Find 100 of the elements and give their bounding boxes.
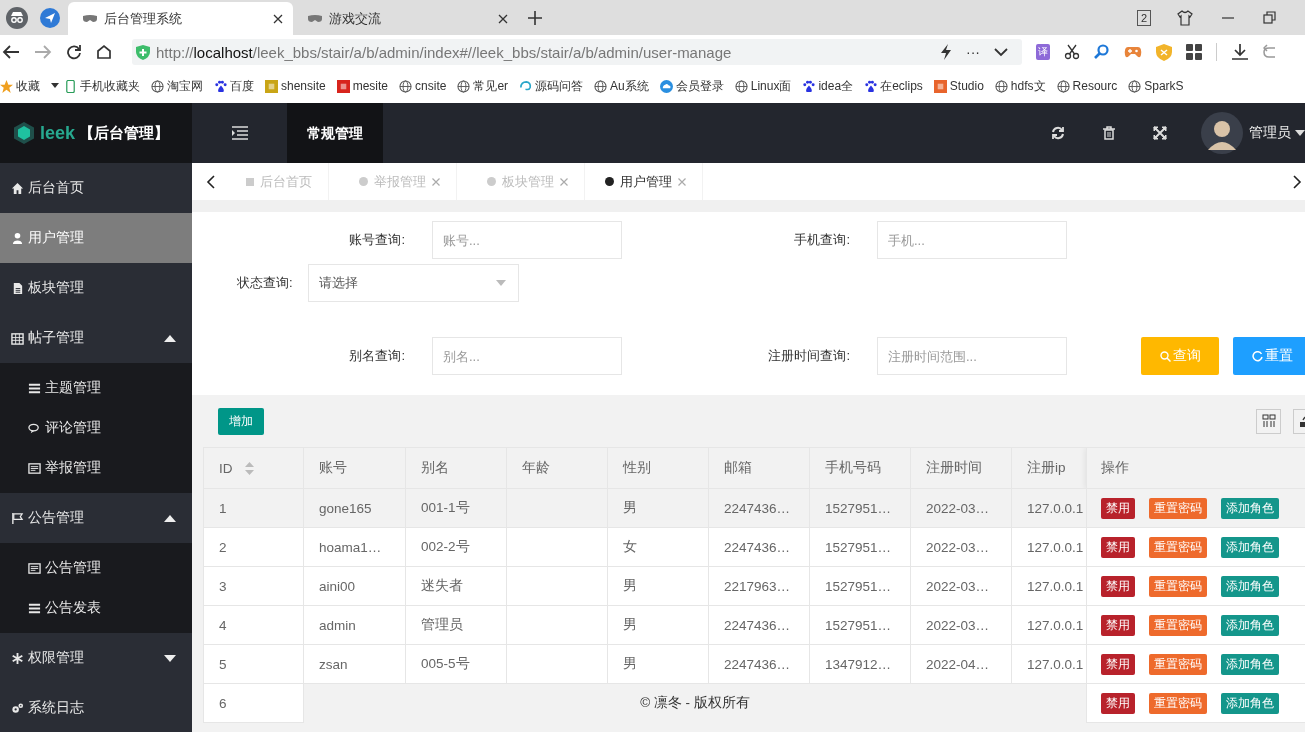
- add-role-button[interactable]: 添加角色: [1221, 653, 1279, 675]
- bookmark[interactable]: Resourc: [1056, 79, 1118, 93]
- user-menu[interactable]: 管理员: [1249, 124, 1291, 142]
- bookmark[interactable]: 会员登录: [659, 77, 724, 95]
- sidebar-item[interactable]: 后台首页: [0, 163, 192, 213]
- bookmark[interactable]: 常见er: [457, 77, 509, 95]
- sidebar-item[interactable]: 帖子管理: [0, 313, 192, 363]
- address-field[interactable]: http://localhost/leek_bbs/stair/a/b/admin/index#//leek_bbs/stair/a/b/admin/user-manage ···: [132, 39, 1022, 65]
- close-icon[interactable]: [273, 13, 283, 24]
- menu-icon[interactable]: [231, 126, 248, 140]
- chevron-down-icon[interactable]: [994, 47, 1008, 57]
- add-button[interactable]: 增加: [218, 407, 264, 435]
- status-dropdown[interactable]: 请选择: [307, 264, 519, 302]
- disable-button[interactable]: 禁用: [1101, 497, 1135, 519]
- disable-button[interactable]: 禁用: [1101, 614, 1135, 636]
- new-tab-icon[interactable]: [528, 10, 542, 25]
- table-cell: 迷失者: [421, 578, 463, 593]
- add-role-button[interactable]: 添加角色: [1221, 536, 1279, 558]
- page-tab[interactable]: 用户管理: [585, 163, 703, 200]
- sidebar-item[interactable]: 举报管理: [0, 448, 192, 488]
- refresh-icon[interactable]: [1051, 126, 1065, 140]
- undo-icon[interactable]: [1263, 44, 1275, 60]
- bookmark[interactable]: Au系统: [594, 77, 649, 95]
- sidebar-item[interactable]: 公告管理: [0, 493, 192, 543]
- search-field[interactable]: 别名...: [432, 337, 622, 375]
- reload-icon[interactable]: [66, 44, 82, 60]
- download-icon[interactable]: [1231, 43, 1249, 61]
- field-label: 账号查询:: [348, 231, 405, 249]
- bookmark[interactable]: Linux面: [734, 77, 792, 95]
- table-cell: 1347912…: [825, 656, 892, 672]
- back-icon[interactable]: [2, 44, 20, 60]
- sidebar-item[interactable]: 公告发表: [0, 588, 192, 628]
- disable-button[interactable]: 禁用: [1101, 692, 1135, 714]
- table-cell: 127.0.0.1: [1027, 617, 1084, 633]
- close-icon[interactable]: [498, 13, 508, 24]
- disable-button[interactable]: 禁用: [1101, 575, 1135, 597]
- restore-icon[interactable]: [1263, 10, 1277, 25]
- bookmark[interactable]: hdfs文: [994, 77, 1046, 95]
- sidebar-item[interactable]: 主题管理: [0, 368, 192, 408]
- shirt-icon[interactable]: [1177, 9, 1193, 26]
- bookmark[interactable]: cnsite: [399, 79, 447, 93]
- column-header: 注册ip: [1027, 460, 1066, 475]
- browser-tab[interactable]: 后台管理系统: [68, 2, 293, 35]
- avatar[interactable]: [1201, 112, 1243, 154]
- bookmark[interactable]: 百度: [214, 77, 254, 95]
- logo-text: leek: [40, 122, 76, 144]
- bookmark[interactable]: 淘宝网: [151, 77, 203, 95]
- home-icon[interactable]: [96, 44, 112, 60]
- fullscreen-icon[interactable]: [1153, 126, 1167, 140]
- refresh-icon: [1251, 350, 1263, 362]
- bookmark[interactable]: Studio: [933, 79, 984, 93]
- mask-icon: [82, 13, 98, 24]
- incognito-icon[interactable]: [6, 6, 28, 29]
- sidebar-item[interactable]: 系统日志: [0, 683, 192, 732]
- card-icon: [28, 461, 41, 475]
- search-field[interactable]: 手机...: [877, 221, 1067, 259]
- sidebar-item[interactable]: 用户管理: [0, 213, 192, 263]
- search-icon[interactable]: [1094, 44, 1110, 60]
- sidebar-item[interactable]: 权限管理: [0, 633, 192, 683]
- sidebar-item[interactable]: 板块管理: [0, 263, 192, 313]
- window-count[interactable]: 2: [1136, 9, 1151, 26]
- sidebar-item[interactable]: 评论管理: [0, 408, 192, 448]
- chevron-left-icon[interactable]: [206, 174, 216, 189]
- bookmark[interactable]: 手机收藏夹: [64, 77, 140, 95]
- swirl-icon: [519, 79, 533, 93]
- column-header: 别名: [421, 460, 449, 475]
- search-field[interactable]: 账号...: [432, 221, 622, 259]
- chevron-right-icon[interactable]: [1292, 174, 1302, 189]
- bookmark[interactable]: idea全: [802, 77, 854, 95]
- more-button[interactable]: ···: [966, 44, 980, 60]
- disable-button[interactable]: 禁用: [1101, 653, 1135, 675]
- trash-icon[interactable]: [1103, 126, 1115, 140]
- lightning-icon[interactable]: [940, 44, 952, 60]
- nav-tab[interactable]: 常规管理: [287, 103, 383, 163]
- bookmark[interactable]: 在eclips: [864, 77, 923, 95]
- bookmark[interactable]: 源码问答: [519, 77, 584, 95]
- grid-icon[interactable]: [1186, 44, 1202, 60]
- add-role-button[interactable]: 添加角色: [1221, 575, 1279, 597]
- column-header: 性别: [623, 460, 651, 475]
- paper-plane-icon[interactable]: [40, 7, 60, 28]
- sidebar-item[interactable]: 公告管理: [0, 548, 192, 588]
- caret-icon[interactable]: [1295, 130, 1305, 136]
- scissors-icon[interactable]: [1064, 44, 1080, 60]
- browser-tab[interactable]: 游戏交流: [293, 2, 518, 35]
- add-role-button[interactable]: 添加角色: [1221, 497, 1279, 519]
- add-role-button[interactable]: 添加角色: [1221, 692, 1279, 714]
- disable-button[interactable]: 禁用: [1101, 536, 1135, 558]
- search-field[interactable]: 注册时间范围...: [877, 337, 1067, 375]
- gamepad-icon[interactable]: [1124, 45, 1142, 59]
- bookmark[interactable]: shensite: [265, 79, 326, 93]
- add-role-button[interactable]: 添加角色: [1221, 614, 1279, 636]
- caret-icon[interactable]: [51, 83, 59, 89]
- columns-button[interactable]: [1256, 408, 1281, 434]
- bookmark[interactable]: mesite: [336, 79, 389, 93]
- bookmarks-menu[interactable]: 收藏: [0, 77, 40, 95]
- column-header[interactable]: ID: [219, 460, 233, 476]
- translate-button[interactable]: 译: [1036, 44, 1050, 60]
- table-cell: 5: [219, 656, 227, 672]
- table-cell: 1527951…: [825, 578, 892, 594]
- bookmark[interactable]: SparkS: [1128, 79, 1184, 93]
